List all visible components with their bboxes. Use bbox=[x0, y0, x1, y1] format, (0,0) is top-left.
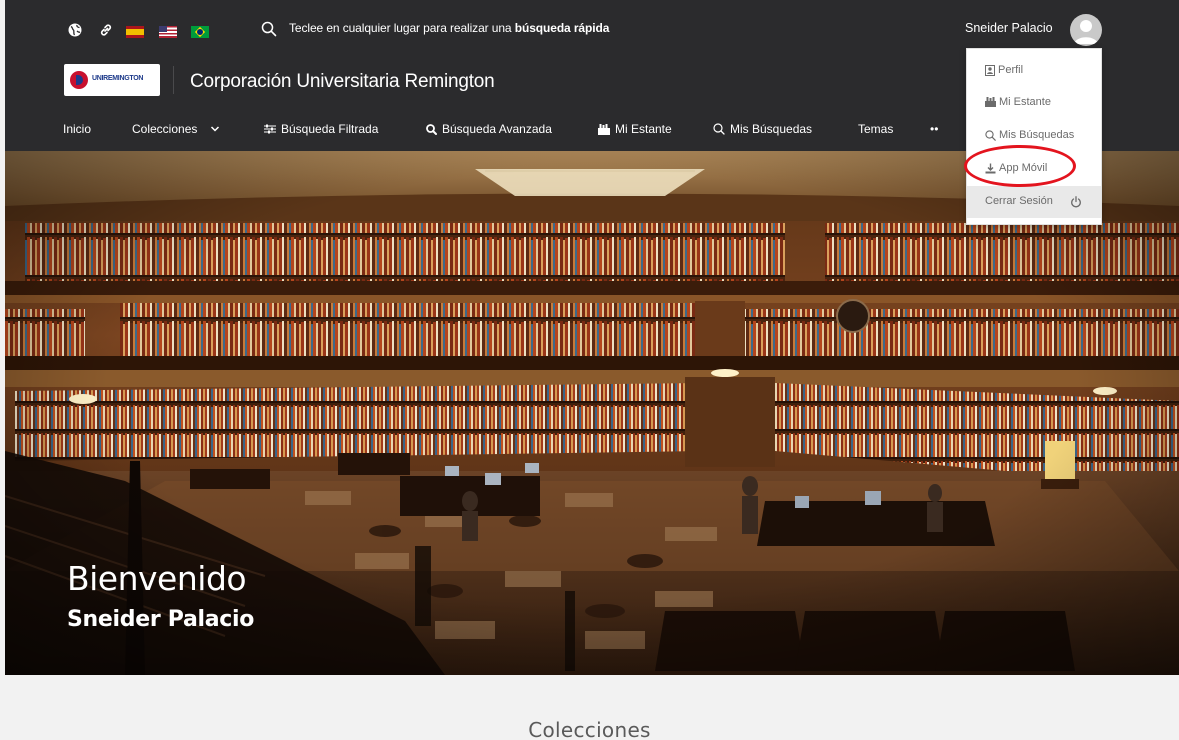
menu-item-label: Perfil bbox=[998, 64, 1024, 76]
shelf-icon bbox=[598, 123, 610, 135]
nav-item-inicio[interactable]: Inicio bbox=[63, 122, 91, 136]
download-icon bbox=[985, 163, 996, 173]
search-icon[interactable] bbox=[261, 21, 277, 37]
nav-label: Mis Búsquedas bbox=[730, 122, 813, 136]
chevron-down-icon bbox=[211, 126, 220, 132]
more-icon: •• bbox=[930, 122, 939, 136]
menu-item-app-movil[interactable]: App Móvil bbox=[985, 162, 1047, 174]
search-icon bbox=[426, 123, 437, 135]
quick-search-bold: búsqueda rápida bbox=[514, 21, 610, 35]
menu-item-label: App Móvil bbox=[999, 162, 1048, 174]
logout-label: Cerrar Sesión bbox=[985, 195, 1053, 207]
nav-item-colecciones[interactable]: Colecciones bbox=[132, 122, 220, 136]
nav-item-mis-busquedas[interactable]: Mis Búsquedas bbox=[713, 122, 812, 136]
menu-item-label: Mi Estante bbox=[999, 96, 1051, 108]
user-menu-name[interactable]: Sneider Palacio bbox=[965, 21, 1053, 35]
nav-label: Búsqueda Filtrada bbox=[281, 122, 379, 136]
collections-section-title: Colecciones bbox=[528, 718, 651, 740]
university-logo[interactable]: UNIREMINGTON bbox=[64, 64, 160, 96]
link-icon[interactable] bbox=[99, 23, 113, 37]
flag-brazil-icon[interactable] bbox=[191, 26, 209, 38]
logo-text: UNIREMINGTON bbox=[92, 75, 144, 82]
logo-mark bbox=[70, 71, 88, 89]
search-icon bbox=[985, 129, 996, 141]
nav-item-more[interactable]: •• bbox=[930, 122, 938, 136]
welcome-user-name: Sneider Palacio bbox=[67, 607, 255, 632]
nav-item-busqueda-filtrada[interactable]: Búsqueda Filtrada bbox=[264, 122, 378, 136]
menu-item-perfil[interactable]: Perfil bbox=[985, 64, 1023, 76]
welcome-heading: Bienvenido bbox=[67, 559, 247, 598]
logo-divider bbox=[173, 66, 174, 94]
nav-label: Búsqueda Avanzada bbox=[442, 122, 552, 136]
power-icon bbox=[1071, 196, 1081, 208]
logout-button[interactable]: Cerrar Sesión bbox=[967, 186, 1101, 218]
hero-banner: Bienvenido Sneider Palacio bbox=[5, 151, 1179, 675]
user-dropdown-menu: Perfil Mi Estante Mis Búsquedas App Móvi… bbox=[966, 48, 1102, 225]
user-silhouette-icon bbox=[1074, 20, 1098, 44]
flag-spain-icon[interactable] bbox=[126, 26, 144, 38]
nav-item-mi-estante[interactable]: Mi Estante bbox=[598, 122, 672, 136]
nav-item-busqueda-avanzada[interactable]: Búsqueda Avanzada bbox=[426, 122, 552, 136]
nav-label: Temas bbox=[858, 122, 894, 136]
quick-search-prompt[interactable]: Teclee en cualquier lugar para realizar … bbox=[289, 21, 609, 35]
profile-icon bbox=[985, 64, 995, 76]
nav-label: Inicio bbox=[63, 122, 92, 136]
avatar[interactable] bbox=[1070, 14, 1102, 46]
site-title[interactable]: Corporación Universitaria Remington bbox=[190, 71, 495, 93]
menu-item-mi-estante[interactable]: Mi Estante bbox=[985, 96, 1051, 108]
nav-label: Mi Estante bbox=[615, 122, 672, 136]
nav-item-temas[interactable]: Temas bbox=[858, 122, 893, 136]
search-icon bbox=[713, 123, 725, 135]
flag-usa-icon[interactable] bbox=[159, 26, 177, 38]
menu-item-mis-busquedas[interactable]: Mis Búsquedas bbox=[985, 129, 1074, 141]
quick-search-prefix: Teclee en cualquier lugar para realizar … bbox=[289, 21, 515, 35]
menu-item-label: Mis Búsquedas bbox=[999, 129, 1075, 141]
shelf-icon bbox=[985, 97, 996, 107]
globe-icon[interactable] bbox=[68, 23, 82, 37]
nav-label: Colecciones bbox=[132, 122, 198, 136]
filter-icon bbox=[264, 124, 276, 134]
